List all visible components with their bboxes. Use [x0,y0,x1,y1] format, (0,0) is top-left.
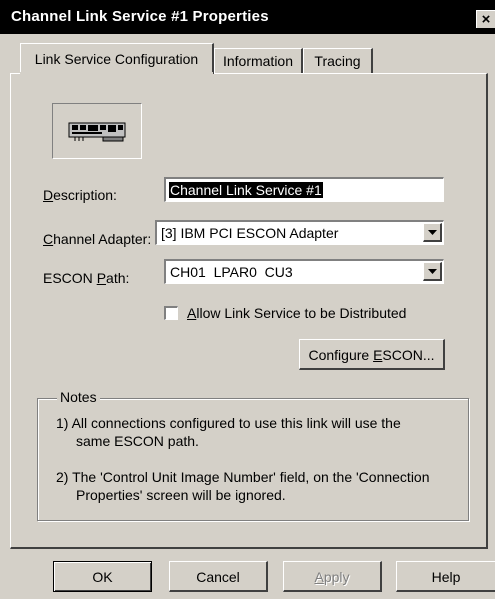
channel-adapter-select[interactable]: [3] IBM PCI ESCON Adapter [155,220,444,245]
active-tab-join [20,72,213,74]
tab-link-service-configuration[interactable]: Link Service Configuration [20,43,214,74]
description-label-mnemonic: D [43,187,54,203]
note-1-line-1: 1) All connections configured to use thi… [56,415,401,431]
apply-button[interactable]: Apply [283,561,382,592]
close-button[interactable]: × [476,10,495,28]
apply-label-text: pply [323,569,350,585]
escon-path-label: ESCON Path: [43,270,129,286]
escon-path-value: CH01 LPAR0 CU3 [170,264,293,280]
adapter-icon-frame [52,103,142,159]
window-title: Channel Link Service #1 Properties [11,8,269,25]
configure-escon-label-prefix: Configure [308,347,374,363]
note-1-line-2: same ESCON path. [76,433,199,449]
note-2: 2) The 'Control Unit Image Number' field… [56,468,430,504]
adapter-card-icon [68,122,126,142]
configure-escon-label-mnemonic: E [373,347,383,363]
escon-path-select[interactable]: CH01 LPAR0 CU3 [164,259,444,284]
description-label-text: escription: [53,187,117,203]
chevron-down-icon [428,269,437,274]
tab-label: Tracing [314,53,361,69]
tab-tracing[interactable]: Tracing [303,48,373,73]
distribute-label-mnemonic: A [187,305,197,321]
channel-adapter-dropdown-button[interactable] [423,223,442,242]
tab-information[interactable]: Information [214,48,303,73]
description-value: Channel Link Service #1 [169,182,323,198]
note-2-line-1: 2) The 'Control Unit Image Number' field… [56,469,430,485]
note-1: 1) All connections configured to use thi… [56,414,401,450]
channel-adapter-label-text: hannel Adapter: [53,231,152,247]
escon-path-label-prefix: ESCON [43,270,97,286]
escon-path-label-text: ath: [106,270,130,286]
escon-path-dropdown-button[interactable] [423,262,442,281]
ok-button[interactable]: OK [53,561,152,592]
escon-path-label-mnemonic: P [96,270,107,286]
cancel-button[interactable]: Cancel [169,561,268,592]
notes-title: Notes [57,389,100,405]
channel-adapter-label-mnemonic: C [43,231,54,247]
tab-label: Information [222,53,294,69]
tab-label: Link Service Configuration [34,51,199,67]
note-2-line-2: Properties' screen will be ignored. [76,487,286,503]
distribute-label-text: llow Link Service to be Distributed [196,305,407,321]
apply-label-mnemonic: A [314,569,324,585]
properties-dialog: Channel Link Service #1 Properties × Lin… [0,0,495,599]
channel-adapter-value: [3] IBM PCI ESCON Adapter [161,225,339,241]
distribute-label[interactable]: Allow Link Service to be Distributed [187,305,406,321]
description-label: Description: [43,187,117,203]
chevron-down-icon [428,230,437,235]
ok-label: OK [92,569,113,585]
cancel-label: Cancel [196,569,240,585]
channel-adapter-label: Channel Adapter: [43,231,151,247]
description-field[interactable]: Channel Link Service #1 [164,177,444,202]
configure-escon-label-text: SCON... [382,347,435,363]
help-button[interactable]: Help [396,561,495,592]
distribute-checkbox[interactable] [164,306,178,320]
title-bar: Channel Link Service #1 Properties × [0,0,495,34]
help-label: Help [431,569,461,585]
configure-escon-button[interactable]: Configure ESCON... [299,339,445,370]
